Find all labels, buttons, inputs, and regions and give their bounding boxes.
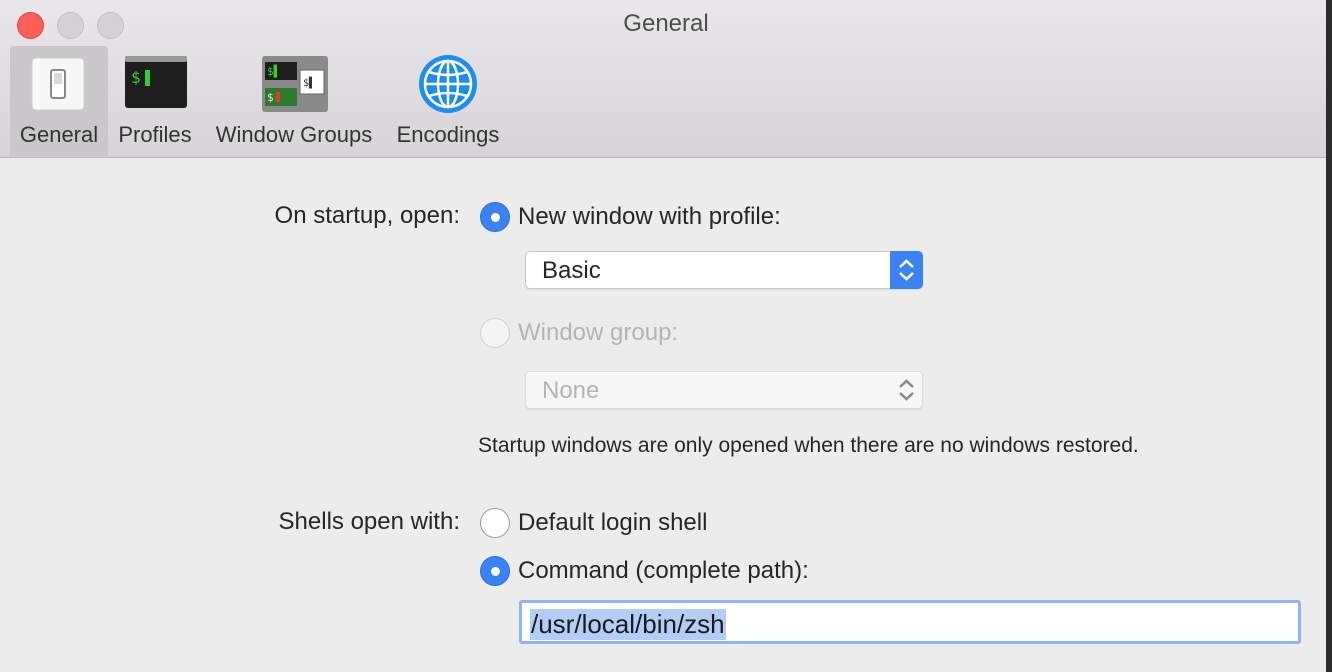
- window-title: General: [623, 10, 709, 37]
- tab-profiles[interactable]: $ Profiles: [112, 46, 198, 156]
- new-window-option-label[interactable]: New window with profile:: [518, 203, 781, 231]
- tab-label: Profiles: [118, 122, 192, 147]
- command-path-value: /usr/local/bin/zsh: [530, 609, 726, 640]
- general-pane: On startup, open: New window with profil…: [0, 158, 1332, 672]
- window-group-popup[interactable]: None: [525, 371, 923, 409]
- svg-text:$▌: $▌: [303, 76, 315, 89]
- title-bar: General General $ Profiles $▌ $▌ $ Windo…: [0, 0, 1332, 158]
- startup-label: On startup, open:: [274, 202, 460, 229]
- tab-encodings[interactable]: Encodings: [388, 46, 508, 156]
- shells-label: Shells open with:: [278, 508, 460, 535]
- globe-icon: [418, 54, 478, 114]
- radio-default-shell[interactable]: [480, 508, 510, 538]
- tab-general[interactable]: General: [10, 46, 108, 156]
- command-path-field[interactable]: /usr/local/bin/zsh: [519, 600, 1301, 644]
- tab-label: Window Groups: [215, 122, 373, 147]
- preferences-window: General General $ Profiles $▌ $▌ $ Windo…: [0, 0, 1332, 672]
- startup-note: Startup windows are only opened when the…: [478, 434, 1139, 457]
- radio-command[interactable]: [480, 556, 510, 586]
- window-group-option-label[interactable]: Window group:: [518, 319, 678, 347]
- chevron-updown-icon: [890, 251, 923, 289]
- window-groups-icon: $▌ $▌ $: [262, 56, 328, 112]
- tab-window-groups[interactable]: $▌ $▌ $ Window Groups: [206, 46, 382, 156]
- tab-label: General: [19, 122, 99, 147]
- radio-new-window[interactable]: [480, 202, 510, 232]
- terminal-icon: $: [125, 56, 187, 108]
- profile-popup[interactable]: Basic: [525, 251, 923, 289]
- default-shell-option-label[interactable]: Default login shell: [518, 509, 707, 537]
- profile-popup-value: Basic: [542, 257, 601, 284]
- window-edge: [1326, 0, 1332, 672]
- radio-window-group[interactable]: [480, 318, 510, 348]
- window-group-popup-value: None: [542, 377, 600, 404]
- tab-label: Encodings: [396, 122, 500, 147]
- switch-icon: [30, 56, 86, 112]
- command-option-label[interactable]: Command (complete path):: [518, 557, 809, 585]
- svg-text:$: $: [131, 68, 141, 87]
- svg-text:$▌: $▌: [267, 64, 280, 78]
- chevron-updown-icon: [890, 371, 923, 409]
- svg-text:$: $: [267, 91, 274, 104]
